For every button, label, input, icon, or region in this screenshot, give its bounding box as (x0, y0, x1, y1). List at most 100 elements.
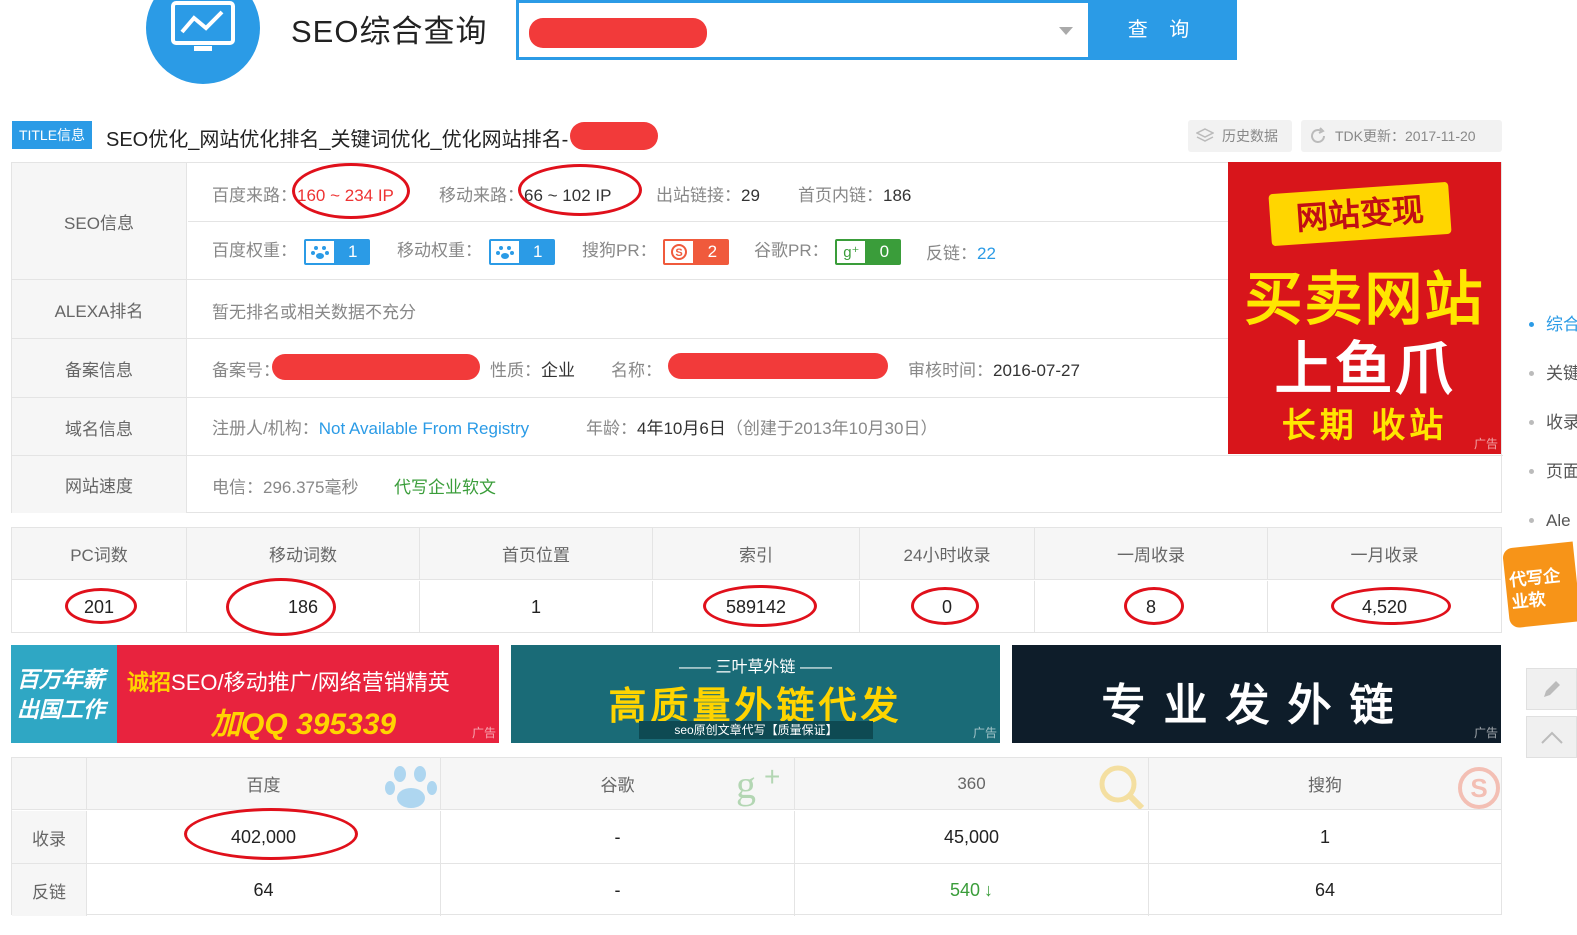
baidu-weight[interactable]: 百度权重： 1 (212, 236, 370, 265)
sogou-pr-label: 搜狗PR： (582, 241, 657, 260)
pencil-icon (1543, 681, 1560, 697)
side-nav-label: 收录 (1546, 413, 1577, 432)
baidu-backlink-value[interactable]: 64 (87, 864, 441, 916)
internal-label: 首页内链： (798, 186, 883, 205)
float-ad-softtext[interactable]: 代写企业软 (1502, 541, 1577, 629)
refresh-icon (1311, 127, 1325, 143)
baidu-traffic-value: 160 ~ 234 IP (297, 186, 394, 205)
icp-number-label: 备案号： (212, 361, 280, 380)
domain-age-value: 4年10月6日 (637, 419, 726, 438)
engine-header-label: 360 (957, 773, 986, 793)
360-backlink-cell[interactable]: 540 ↓ (795, 864, 1149, 916)
svg-text:+: + (764, 764, 780, 792)
month-index-value: 4,520 (1361, 596, 1408, 617)
registrant-value[interactable]: Not Available From Registry (319, 419, 529, 438)
registrant-label: 注册人/机构： (212, 419, 319, 438)
sogou-icon: S (663, 238, 696, 265)
side-nav-item-index[interactable]: 收录 (1526, 398, 1577, 447)
engine-header-label: 谷歌 (600, 776, 635, 795)
mobile-traffic: 移动来路：66 ~ 102 IP (439, 181, 611, 206)
outbound-label: 出站链接： (656, 186, 741, 205)
backlinks[interactable]: 反链：22 (926, 239, 996, 264)
side-nav-item-pages[interactable]: 页面 (1526, 447, 1577, 496)
stats-header: 一周收录 (1035, 528, 1268, 580)
baidu-weight-badge[interactable]: 1 (303, 238, 370, 265)
page-title: SEO综合查询 (291, 14, 488, 49)
ad-line3: 上鱼爪 (1274, 337, 1455, 402)
site-logo[interactable] (146, 0, 260, 84)
stats-header: 一月收录 (1268, 528, 1501, 580)
backlink-value[interactable]: 22 (977, 244, 996, 263)
side-nav-item-keywords[interactable]: 关键 (1526, 349, 1577, 398)
360-backlink-value: 540 (949, 879, 981, 900)
back-to-top-button[interactable] (1526, 716, 1577, 758)
ad-backlinks-sub: seo原创文章代写【质量保证】 (639, 721, 873, 739)
divider (12, 338, 1228, 339)
week-index-value: 8 (1035, 581, 1268, 633)
history-data-button[interactable]: 历史数据 (1188, 120, 1292, 152)
search-button[interactable]: 查 询 (1088, 0, 1237, 60)
edit-button[interactable] (1526, 668, 1577, 710)
ad-recruit-line1a: 诚招 (127, 670, 172, 695)
ad-recruit-left: 百万年薪出国工作 (11, 645, 117, 743)
baidu-index-value[interactable]: 402,000 (87, 811, 441, 863)
icp-name: 名称： (611, 356, 662, 381)
ad-tag: 广告 (1473, 437, 1498, 451)
icp-type: 性质：企业 (490, 356, 575, 381)
divider (12, 397, 1228, 398)
bullet-icon (1529, 371, 1534, 376)
ad-line4: 长期 收站 (1281, 407, 1448, 445)
pc-keywords-value[interactable]: 201 (12, 581, 187, 633)
icp-type-label: 性质： (490, 361, 541, 380)
360-index-value[interactable]: 45,000 (795, 811, 1149, 863)
sogou-pr[interactable]: 搜狗PR： S 2 (582, 236, 730, 265)
ad-backlinks-top: —— 三叶草外链 —— (679, 659, 832, 676)
stats-header: 移动词数 (187, 528, 420, 580)
internal-links: 首页内链：186 (798, 181, 911, 206)
mobile-traffic-value: 66 ~ 102 IP (524, 186, 612, 205)
seo-info-label: SEO信息 (12, 163, 187, 279)
google-index-value: - (441, 811, 795, 863)
mobile-keywords-value[interactable]: 186 (187, 581, 420, 633)
ad-tag: 广告 (471, 726, 496, 740)
ad-banner-right[interactable]: 网站变现 买卖网站 上鱼爪 长期 收站 广告 (1228, 162, 1501, 454)
tdk-update-button[interactable]: TDK更新：2017-11-20 (1301, 120, 1502, 152)
icp-number: 备案号： (212, 356, 280, 381)
bullet-icon (1529, 469, 1534, 474)
ad-banner-pro-links[interactable]: 专业发外链 广告 (1012, 645, 1501, 743)
chevron-down-icon[interactable] (1059, 27, 1073, 35)
monitor-chart-icon (171, 1, 235, 51)
day-index-value: 0 (860, 581, 1035, 633)
site-title-text: SEO优化_网站优化排名_关键词优化_优化网站排名- (106, 129, 569, 151)
ad-recruit-line1b: SEO/移动推广/网络营销精英 (171, 670, 450, 695)
tdk-update-label: TDK更新：2017-11-20 (1335, 128, 1476, 144)
row-label-backlinks: 反链 (12, 864, 87, 916)
mobile-weight-badge[interactable]: 1 (488, 238, 555, 265)
softtext-link[interactable]: 代写企业软文 (394, 473, 496, 498)
divider (12, 279, 1228, 280)
domain-age: 年龄：4年10月6日（创建于2013年10月30日） (586, 414, 937, 439)
stats-header: 首页位置 (420, 528, 653, 580)
divider (188, 221, 1228, 222)
side-nav-item-overview[interactable]: 综合 (1526, 300, 1577, 349)
home-position-value: 1 (420, 581, 653, 633)
engine-header-baidu: 百度 (87, 758, 441, 810)
ad-banner-backlinks[interactable]: —— 三叶草外链 —— 高质量外链代发 seo原创文章代写【质量保证】 广告 (511, 645, 1000, 743)
index-value: 589142 (653, 581, 860, 633)
internal-value: 186 (883, 186, 912, 205)
side-nav-item-alexa[interactable]: Ale (1526, 496, 1577, 545)
baidu-paw-icon (303, 238, 336, 265)
google-plus-icon: g + (736, 764, 780, 807)
google-pr[interactable]: 谷歌PR： g⁺ 0 (754, 236, 902, 265)
sogou-index-value[interactable]: 1 (1149, 811, 1501, 863)
google-pr-badge[interactable]: g⁺ 0 (835, 238, 902, 265)
ad-banner-recruit[interactable]: 百万年薪出国工作 诚招SEO/移动推广/网络营销精英 加QQ 395339 广告 (11, 645, 499, 743)
google-plus-icon: g⁺ (835, 238, 868, 265)
sogou-pr-badge[interactable]: S 2 (663, 238, 730, 265)
icp-label: 备案信息 (12, 339, 187, 397)
alexa-label: ALEXA排名 (12, 280, 187, 338)
redacted-icp (272, 354, 480, 380)
sogou-backlink-value[interactable]: 64 (1149, 864, 1501, 916)
engines-corner (12, 758, 87, 810)
mobile-weight[interactable]: 移动权重： 1 (397, 236, 555, 265)
